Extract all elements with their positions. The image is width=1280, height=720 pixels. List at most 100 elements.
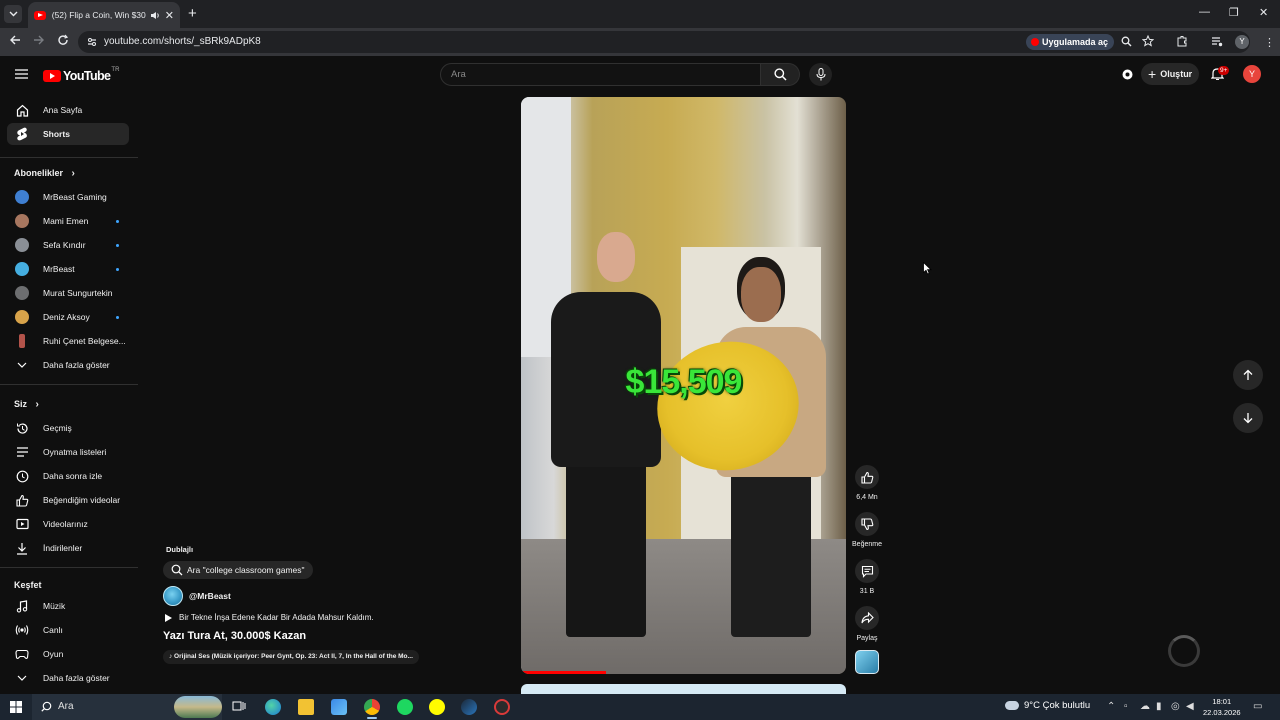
- forward-icon[interactable]: [33, 34, 45, 46]
- windows-start-icon[interactable]: [10, 701, 22, 713]
- sidebar-item-subscription[interactable]: Mami Emen: [7, 210, 129, 232]
- extensions-icon[interactable]: [1176, 35, 1188, 47]
- sidebar-item-liked-videos[interactable]: Beğendiğim videolar: [7, 489, 129, 511]
- url-text: youtube.com/shorts/_sBRk9ADpK8: [104, 36, 261, 47]
- tab-search-button[interactable]: [4, 5, 22, 23]
- reload-icon[interactable]: [57, 34, 69, 46]
- restore-icon[interactable]: ❐: [1229, 6, 1239, 19]
- hamburger-menu-icon[interactable]: [15, 69, 28, 79]
- youtube-logo[interactable]: YouTube TR: [43, 67, 119, 83]
- browser-profile-avatar[interactable]: Y: [1235, 35, 1249, 49]
- comments-button[interactable]: [855, 559, 879, 583]
- related-search-chip[interactable]: Ara "college classroom games": [163, 561, 313, 579]
- person-right-head: [741, 267, 781, 322]
- related-video-title: Bir Tekne İnşa Edene Kadar Bir Adada Mah…: [179, 613, 374, 622]
- channel-info[interactable]: @MrBeast: [163, 586, 231, 606]
- tray-app-icon[interactable]: ▫: [1124, 701, 1128, 712]
- microphone-tray-icon[interactable]: ▮: [1156, 701, 1162, 712]
- sidebar-item-subscription[interactable]: Deniz Aksoy: [7, 306, 129, 328]
- back-icon[interactable]: [9, 34, 21, 46]
- browser-toolbar: youtube.com/shorts/_sBRk9ADpK8 Uygulamad…: [0, 28, 1280, 56]
- share-button[interactable]: [855, 606, 879, 630]
- taskbar-search-box[interactable]: Ara: [32, 694, 222, 720]
- search-button[interactable]: [761, 63, 800, 86]
- browser-tab-active[interactable]: (52) Flip a Coin, Win $30,000 ✕: [28, 2, 180, 28]
- user-avatar[interactable]: Y: [1243, 65, 1261, 83]
- chrome-icon[interactable]: [364, 699, 380, 719]
- audio-source-chip[interactable]: ♪ Orijinal Ses (Müzik içeriyor: Peer Gyn…: [163, 650, 419, 664]
- arrow-down-icon: [1243, 413, 1253, 424]
- sidebar-item-music[interactable]: Müzik: [7, 595, 129, 617]
- zoom-icon[interactable]: [1121, 36, 1132, 47]
- sidebar-item-label: Deniz Aksoy: [43, 312, 90, 322]
- create-button[interactable]: + Oluştur: [1141, 63, 1199, 85]
- dislike-button[interactable]: [855, 512, 879, 536]
- notification-center-icon[interactable]: ▭: [1253, 701, 1262, 712]
- sound-thumbnail[interactable]: [855, 650, 879, 674]
- sidebar-item-subscription[interactable]: Sefa Kındır: [7, 234, 129, 256]
- system-clock[interactable]: 18:01 22.03.2026: [1203, 696, 1241, 718]
- video-progress-bar[interactable]: [521, 671, 606, 674]
- site-info-icon[interactable]: [87, 37, 97, 47]
- bookmark-star-icon[interactable]: [1142, 35, 1154, 47]
- tab-close-icon[interactable]: ✕: [165, 9, 174, 22]
- sidebar-item-gaming[interactable]: Oyun: [7, 643, 129, 665]
- media-control-icon[interactable]: [1211, 36, 1223, 47]
- new-tab-icon[interactable]: +: [188, 5, 197, 22]
- person-right-legs: [731, 467, 811, 637]
- sidebar-item-watch-later[interactable]: Daha sonra izle: [7, 465, 129, 487]
- sidebar-item-downloads[interactable]: İndirilenler: [7, 537, 129, 559]
- you-header[interactable]: Siz ›: [14, 399, 39, 410]
- channel-avatar[interactable]: [163, 586, 183, 606]
- sidebar-item-home[interactable]: Ana Sayfa: [7, 99, 129, 121]
- previous-short-button[interactable]: [1233, 360, 1263, 390]
- sidebar: Ana Sayfa Shorts Abonelikler › MrBeast G…: [0, 92, 140, 692]
- close-window-icon[interactable]: ✕: [1259, 6, 1268, 19]
- short-video-player[interactable]: $15,509: [521, 97, 846, 674]
- store-icon[interactable]: [331, 699, 347, 715]
- sidebar-item-subscription[interactable]: Ruhi Çenet Belgese...: [7, 330, 129, 352]
- sidebar-item-live[interactable]: Canlı: [7, 619, 129, 641]
- voice-search-button[interactable]: [809, 63, 832, 86]
- sidebar-item-subscription[interactable]: MrBeast Gaming: [7, 186, 129, 208]
- dislike-label: Beğenme: [852, 541, 882, 548]
- open-in-app-button[interactable]: Uygulamada aç: [1026, 34, 1115, 50]
- edge-browser-icon[interactable]: [265, 699, 281, 715]
- onedrive-icon[interactable]: ☁: [1140, 701, 1150, 712]
- sidebar-item-playlists[interactable]: Oynatma listeleri: [7, 441, 129, 463]
- show-more-button[interactable]: Daha fazla göster: [7, 667, 129, 689]
- task-view-icon[interactable]: [232, 699, 248, 715]
- weather-widget[interactable]: 9°C Çok bulutlu: [1005, 700, 1090, 711]
- logo-text: YouTube: [63, 69, 111, 83]
- search-placeholder: Ara: [451, 69, 466, 80]
- next-short-button[interactable]: [1233, 403, 1263, 433]
- channel-name[interactable]: @MrBeast: [189, 591, 231, 601]
- search-input[interactable]: Ara: [440, 63, 761, 86]
- file-explorer-icon[interactable]: [298, 699, 314, 715]
- loading-spinner: [1168, 635, 1200, 667]
- chevron-up-icon[interactable]: ⌃: [1107, 701, 1115, 712]
- related-video-link[interactable]: Bir Tekne İnşa Edene Kadar Bir Adada Mah…: [165, 613, 374, 622]
- browser-menu-icon[interactable]: ⋮: [1264, 36, 1275, 49]
- network-icon[interactable]: ◎: [1171, 701, 1180, 712]
- mouse-cursor-icon: [923, 262, 932, 275]
- subscriptions-header[interactable]: Abonelikler ›: [14, 168, 75, 179]
- snapchat-icon[interactable]: [429, 699, 445, 715]
- speaker-icon[interactable]: [150, 11, 160, 20]
- minimize-icon[interactable]: —: [1199, 6, 1210, 18]
- sidebar-item-history[interactable]: Geçmiş: [7, 417, 129, 439]
- app-recorder-icon[interactable]: [494, 699, 510, 715]
- volume-icon[interactable]: ◀: [1186, 701, 1194, 712]
- steam-icon[interactable]: [461, 699, 477, 715]
- sidebar-item-subscription[interactable]: MrBeast: [7, 258, 129, 280]
- sidebar-item-shorts[interactable]: Shorts: [7, 123, 129, 145]
- cast-shorts-icon[interactable]: [1121, 68, 1134, 81]
- next-short-preview[interactable]: [521, 684, 846, 694]
- spotify-icon[interactable]: [397, 699, 413, 715]
- sidebar-item-subscription[interactable]: Murat Sungurtekin: [7, 282, 129, 304]
- like-button[interactable]: [855, 465, 879, 489]
- show-more-button[interactable]: Daha fazla göster: [7, 354, 129, 376]
- notification-count-badge: 9+: [1218, 66, 1230, 75]
- sidebar-item-your-videos[interactable]: Videolarınız: [7, 513, 129, 535]
- address-bar[interactable]: youtube.com/shorts/_sBRk9ADpK8 Uygulamad…: [78, 31, 1250, 53]
